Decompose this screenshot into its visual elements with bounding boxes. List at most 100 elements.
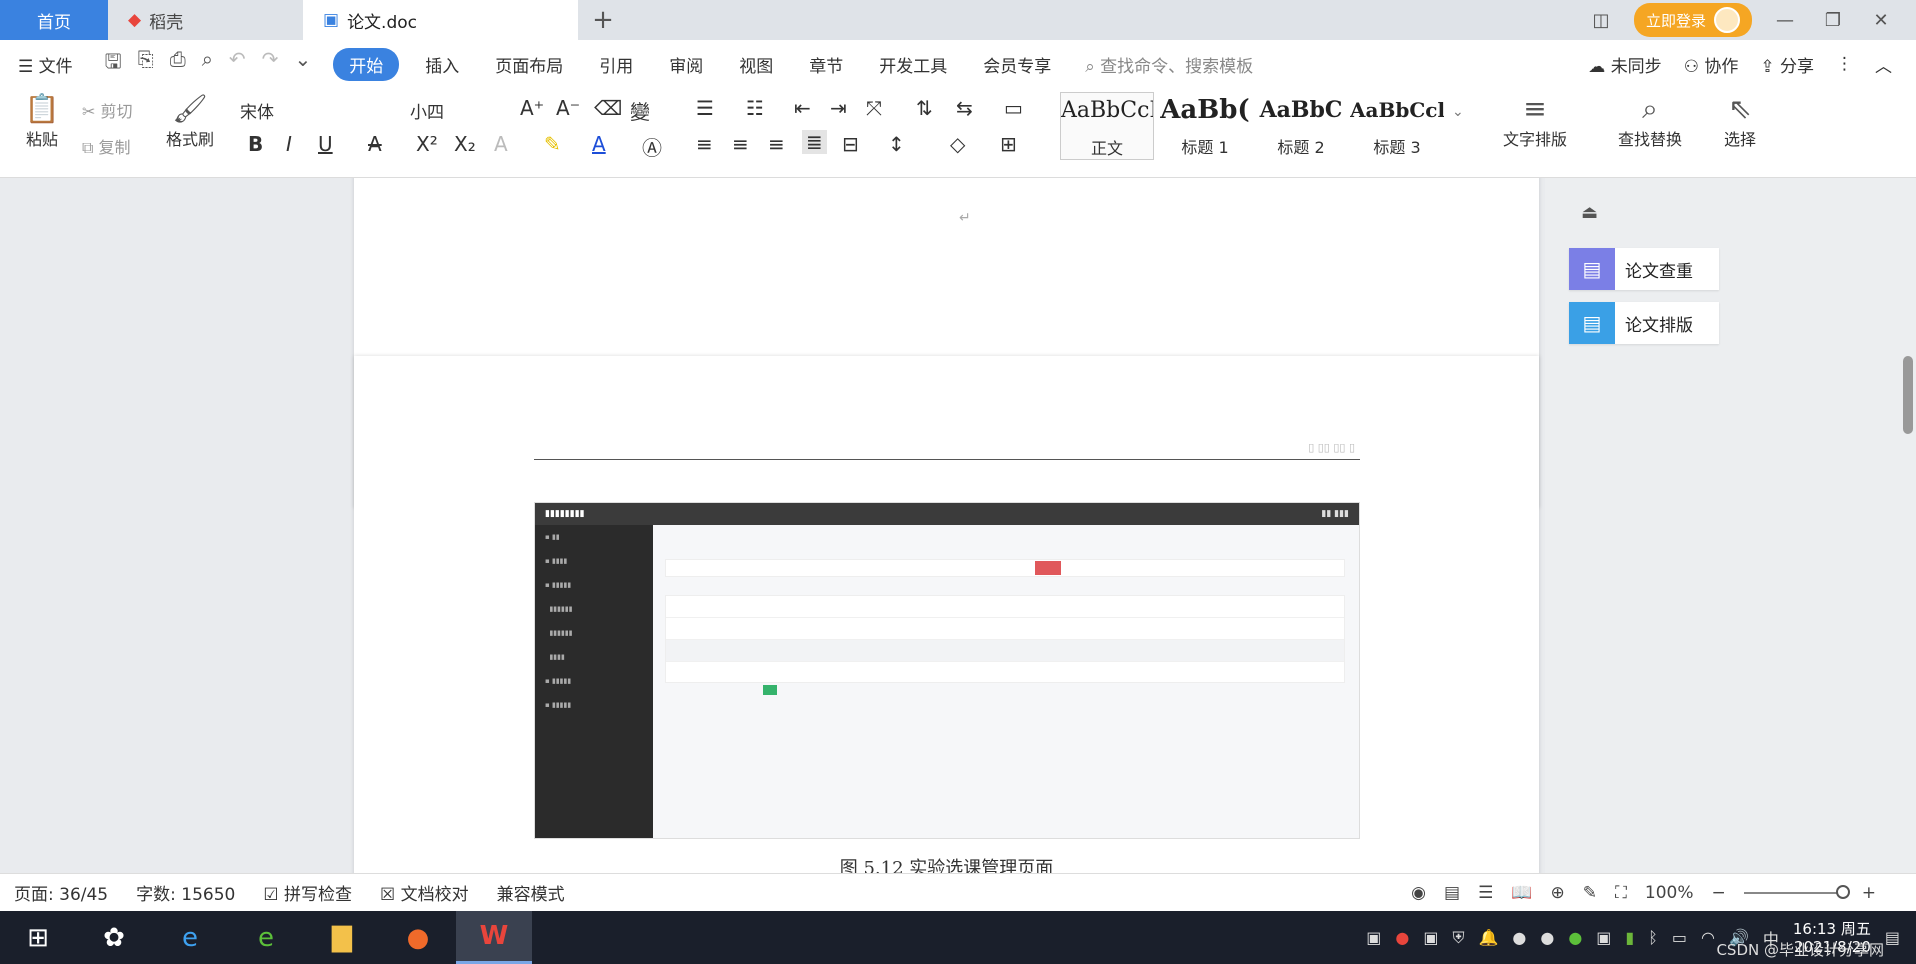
zoom-in-icon[interactable]: + [1862, 883, 1876, 903]
font-size-select[interactable]: 小四 [410, 98, 444, 123]
minimize-icon[interactable]: — [1770, 10, 1800, 31]
menu-developer[interactable]: 开发工具 [861, 52, 965, 77]
tab-docer[interactable]: ◆ 稻壳 [108, 0, 303, 40]
notification-icon[interactable]: ▤ [1885, 928, 1900, 947]
pane-collapse-icon[interactable]: ⏏ [1581, 202, 1598, 223]
distribute-icon[interactable]: ⊟ [842, 132, 859, 156]
line-spacing-icon[interactable]: ↕ [888, 132, 905, 156]
underline-icon[interactable]: U [318, 132, 333, 156]
subscript-icon[interactable]: X₂ [454, 132, 476, 156]
grow-font-icon[interactable]: A⁺ [520, 96, 544, 120]
menu-insert[interactable]: 插入 [407, 52, 477, 77]
tray-app-icon[interactable]: ● [1512, 928, 1526, 947]
strikethrough-icon[interactable]: A [368, 132, 382, 156]
menu-view[interactable]: 视图 [721, 52, 791, 77]
start-button[interactable]: ⊞ [0, 911, 76, 964]
share-button[interactable]: ⇪ 分享 [1760, 52, 1814, 77]
plagiarism-check-button[interactable]: ▤ 论文查重 [1569, 248, 1719, 290]
tray-nvidia-icon[interactable]: ▮ [1625, 928, 1634, 947]
style-heading-1[interactable]: AaBb( 标题 1 [1158, 92, 1252, 160]
page-view-icon[interactable]: ▤ [1444, 883, 1460, 903]
print-icon[interactable]: ⎙ [170, 47, 186, 81]
new-tab-button[interactable]: + [578, 0, 628, 40]
vertical-scrollbar[interactable] [1900, 178, 1916, 873]
sync-button[interactable]: ☁ 未同步 [1588, 52, 1661, 77]
restore-icon[interactable]: ❐ [1818, 10, 1848, 31]
italic-icon[interactable]: I [286, 132, 292, 156]
bullets-icon[interactable]: ☰ [696, 96, 714, 120]
bold-icon[interactable]: B [248, 132, 263, 156]
menu-review[interactable]: 审阅 [651, 52, 721, 77]
font-name-select[interactable]: 宋体 [240, 98, 274, 123]
file-menu[interactable]: ☰ 文件 [0, 52, 91, 77]
align-left-icon[interactable]: ≡ [696, 132, 713, 156]
web-view-icon[interactable]: ⊕ [1550, 883, 1564, 903]
scrollbar-thumb[interactable] [1903, 356, 1913, 434]
ruler-icon[interactable]: ▭ [1004, 96, 1023, 120]
redo-icon[interactable]: ↷ [262, 47, 279, 81]
swap-icon[interactable]: ⇆ [956, 96, 973, 120]
superscript-icon[interactable]: X² [416, 132, 438, 156]
login-button[interactable]: 立即登录 [1633, 3, 1752, 37]
collapse-ribbon-icon[interactable]: ︿ [1875, 52, 1892, 77]
justify-icon[interactable]: ≣ [802, 130, 827, 154]
taskbar-app-ie[interactable]: e [152, 911, 228, 964]
taskbar-app-explorer[interactable]: ▇ [304, 911, 380, 964]
numbering-icon[interactable]: ☷ [746, 96, 764, 120]
tray-bluetooth-icon[interactable]: ᛒ [1648, 928, 1658, 947]
font-color-icon[interactable]: A [592, 132, 606, 156]
tray-wifi-icon[interactable]: ◠ [1701, 928, 1715, 947]
phonetic-icon[interactable]: 變 [630, 96, 650, 125]
fit-page-icon[interactable]: ⛶ [1615, 883, 1627, 903]
word-count[interactable]: 字数: 15650 [136, 880, 235, 905]
tab-document[interactable]: ▣ 论文.doc [303, 0, 578, 40]
zoom-out-icon[interactable]: − [1712, 883, 1726, 903]
zoom-level[interactable]: 100% [1645, 883, 1694, 903]
zoom-slider-knob[interactable] [1835, 884, 1850, 899]
print-preview-icon[interactable]: ⌕ [202, 47, 213, 81]
borders-icon[interactable]: ⊞ [1000, 132, 1017, 156]
align-right-icon[interactable]: ≡ [768, 132, 785, 156]
paper-format-button[interactable]: ▤ 论文排版 [1569, 302, 1719, 344]
shading-icon[interactable]: ◇ [950, 132, 965, 156]
char-border-icon[interactable]: Ⓐ [642, 132, 662, 161]
tray-app-icon[interactable]: ▣ [1423, 928, 1438, 947]
eye-protect-icon[interactable]: ◉ [1411, 883, 1426, 903]
tray-shield-icon[interactable]: ⛨ [1452, 928, 1464, 948]
undo-icon[interactable]: ↶ [229, 47, 246, 81]
write-view-icon[interactable]: ✎ [1583, 883, 1597, 903]
increase-indent-icon[interactable]: ⇥ [830, 96, 847, 120]
page-current[interactable]: ▯ ▯▯ ▯▯ ▯ ▮▮▮▮▮▮▮▮ ▮▮ ▮▮▮ ▪ ▮▮ ▪ ▮▮▮▮ ▪ … [354, 356, 1539, 873]
sort-icon[interactable]: ⇅ [916, 96, 933, 120]
highlight-icon[interactable]: ✎ [544, 132, 561, 156]
zoom-slider[interactable] [1743, 884, 1850, 899]
page-indicator[interactable]: 页面: 36/45 [14, 880, 108, 905]
menu-section[interactable]: 章节 [791, 52, 861, 77]
format-painter-button[interactable]: 🖌 格式刷 [160, 92, 220, 150]
select-button[interactable]: ⇖ 选择 [1710, 92, 1770, 150]
taskbar-app-360[interactable]: ✿ [76, 911, 152, 964]
collaborate-button[interactable]: ⚇ 协作 [1684, 52, 1739, 77]
tray-battery-icon[interactable]: ▭ [1672, 928, 1687, 947]
taskbar-app-browser[interactable]: e [228, 911, 304, 964]
find-replace-button[interactable]: ⌕ 查找替换 [1600, 92, 1700, 150]
tray-bell-icon[interactable]: 🔔 [1478, 928, 1498, 947]
more-dropdown-icon[interactable]: ⌄ [294, 47, 311, 81]
save-icon[interactable]: 🖫 [105, 47, 122, 81]
text-layout-button[interactable]: ≡ 文字排版 [1490, 92, 1580, 150]
style-heading-2[interactable]: AaBbC 标题 2 [1254, 92, 1348, 160]
cut-button[interactable]: ✂ 剪切 [82, 98, 133, 122]
close-icon[interactable]: ✕ [1866, 10, 1896, 31]
outline-view-icon[interactable]: ☰ [1478, 883, 1493, 903]
tab-home[interactable]: 首页 [0, 0, 108, 40]
decrease-indent-icon[interactable]: ⇤ [794, 96, 811, 120]
embedded-screenshot[interactable]: ▮▮▮▮▮▮▮▮ ▮▮ ▮▮▮ ▪ ▮▮ ▪ ▮▮▮▮ ▪ ▮▮▮▮▮ ▮▮▮▮… [534, 502, 1360, 839]
taskbar-app-game[interactable]: ● [380, 911, 456, 964]
copy-button[interactable]: ⧉ 复制 [82, 134, 131, 158]
taskbar-app-wps[interactable]: W [456, 911, 532, 964]
menu-home[interactable]: 开始 [333, 47, 400, 81]
more-icon[interactable]: ⋮ [1836, 54, 1853, 74]
text-effect-icon[interactable]: A [494, 132, 508, 156]
clear-format-icon[interactable]: ⌫ [594, 96, 622, 120]
tray-app-icon[interactable]: ● [1568, 928, 1582, 947]
